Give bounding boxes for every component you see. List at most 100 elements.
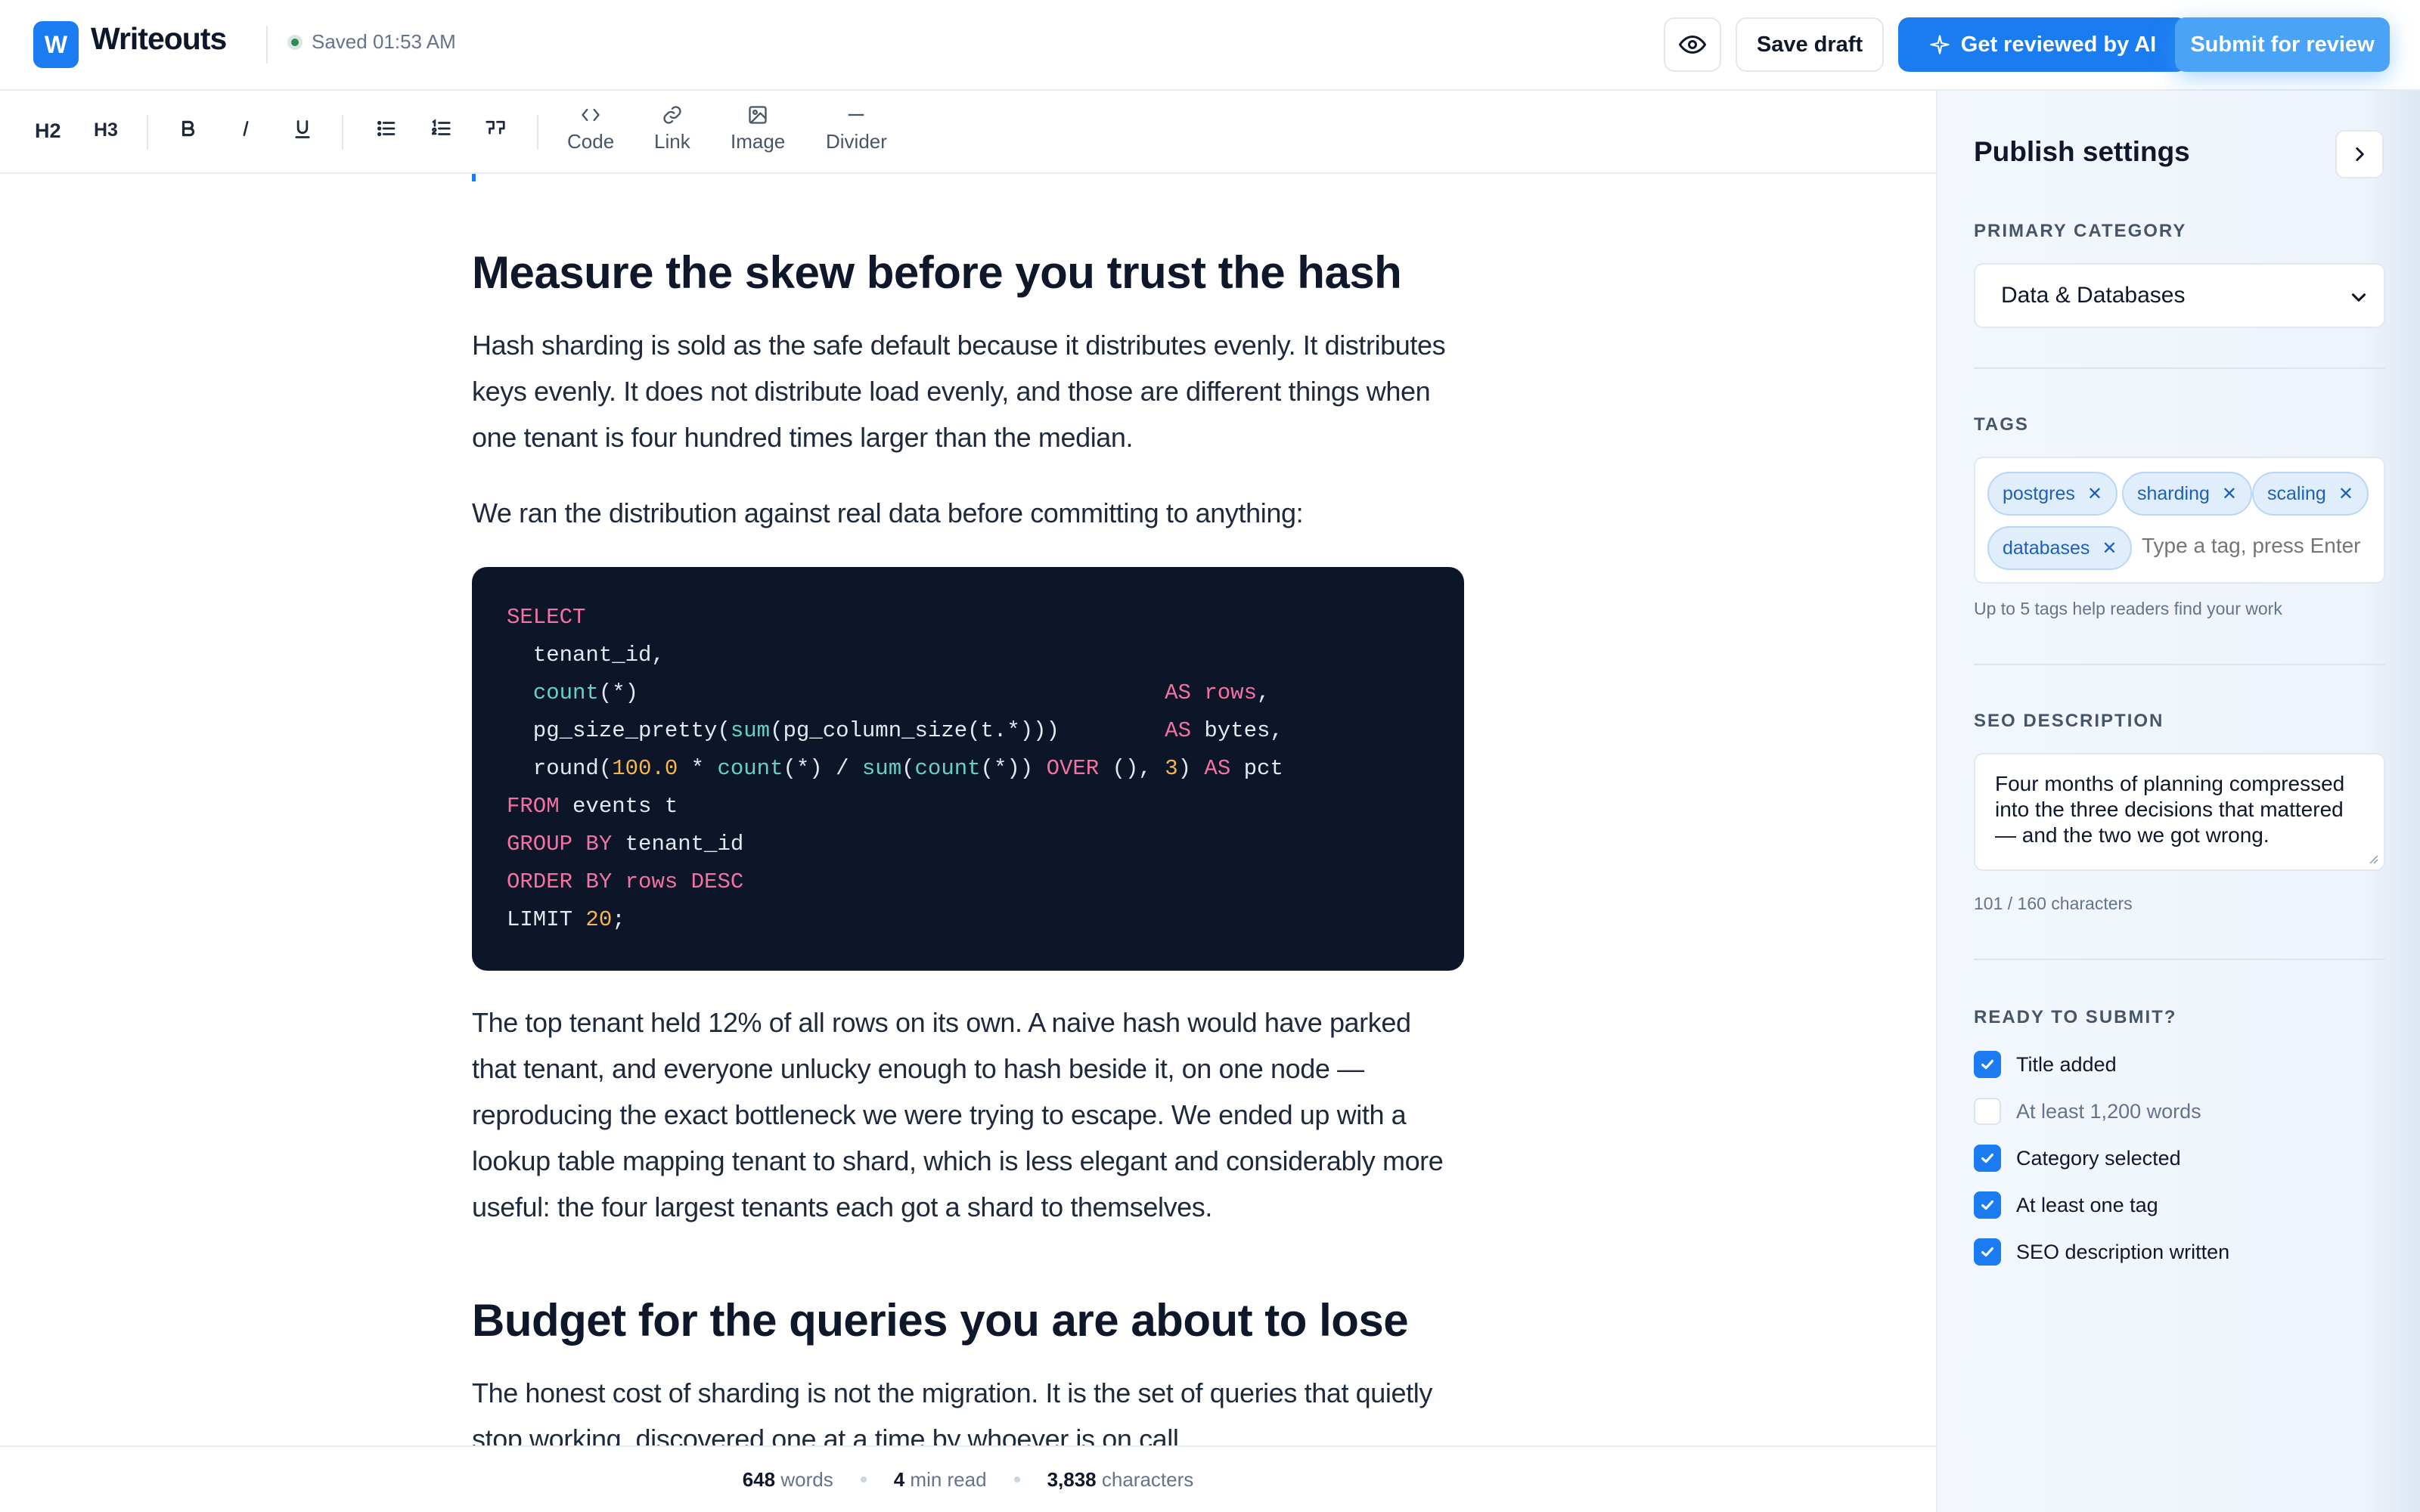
chevron-right-icon	[2356, 147, 2364, 161]
italic-icon	[243, 121, 249, 136]
close-icon[interactable]: ✕	[2222, 483, 2237, 505]
read-time: 4 min read	[893, 1467, 987, 1491]
text-caret	[472, 174, 476, 181]
tag-label: sharding	[2137, 482, 2210, 504]
format-toolbar: H2 H3 Code Link Image Divider	[0, 91, 1936, 174]
image-label: Image	[731, 130, 786, 153]
code-block-button[interactable]: Code	[567, 104, 614, 153]
close-icon[interactable]: ✕	[2338, 483, 2353, 505]
status-separator	[1013, 1476, 1020, 1483]
bullet-list-button[interactable]	[375, 117, 398, 144]
checklist-item: Title added	[1974, 1051, 2117, 1078]
word-count: 648 words	[742, 1467, 833, 1491]
paragraph[interactable]: The top tenant held 12% of all rows on i…	[472, 999, 1455, 1230]
code-line: tenant_id,	[507, 643, 665, 668]
checklist-item: At least one tag	[1974, 1191, 2158, 1219]
image-button[interactable]: Image	[731, 104, 785, 153]
paragraph[interactable]: Hash sharding is sold as the safe defaul…	[472, 322, 1455, 460]
save-status-text: Saved 01:53 AM	[312, 30, 456, 53]
ai-review-button[interactable]: Get reviewed by AI	[1898, 17, 2187, 72]
checklist-item: Category selected	[1974, 1145, 2181, 1172]
toolbar-divider	[537, 115, 538, 150]
section-heading[interactable]: Measure the skew before you trust the ha…	[472, 246, 1402, 299]
editor-canvas[interactable]: Measure the skew before you trust the ha…	[0, 174, 1936, 1445]
preview-button[interactable]	[1664, 17, 1721, 72]
heading-2-button[interactable]: H2	[35, 119, 61, 143]
status-bar: 648 words 4 min read 3,838 characters	[0, 1445, 1936, 1512]
checkbox-checked	[1974, 1238, 2001, 1266]
seo-description-field[interactable]: Four months of planning compressed into …	[1974, 753, 2385, 871]
panel-title: Publish settings	[1974, 136, 2190, 167]
italic-button[interactable]	[236, 117, 256, 144]
check-icon	[1981, 1200, 1993, 1210]
section-heading[interactable]: Budget for the queries you are about to …	[472, 1294, 1409, 1346]
quote-button[interactable]	[484, 117, 507, 144]
close-icon[interactable]: ✕	[2102, 538, 2117, 559]
app-name: Writeouts	[91, 21, 227, 56]
header-divider	[266, 26, 268, 64]
category-selected-value: Data & Databases	[2001, 283, 2186, 308]
checklist-item: At least 1,200 words	[1974, 1098, 2201, 1125]
section-divider	[1974, 959, 2385, 960]
section-divider	[1974, 367, 2385, 369]
seo-character-count: 101 / 160 characters	[1974, 894, 2133, 913]
code-line: round(100.0 * count(*) / sum(count(*)) O…	[507, 756, 1283, 781]
submit-for-review-button[interactable]: Submit for review	[2175, 17, 2390, 72]
checkbox-checked	[1974, 1145, 2001, 1172]
checklist-item: SEO description written	[1974, 1238, 2229, 1266]
tag-input[interactable]	[2142, 534, 2376, 558]
check-icon	[1981, 1153, 1993, 1163]
seo-label: SEO DESCRIPTION	[1974, 711, 2164, 731]
paragraph[interactable]: The honest cost of sharding is not the m…	[472, 1370, 1455, 1445]
section-divider	[1974, 664, 2385, 665]
link-button[interactable]: Link	[654, 104, 690, 153]
checkbox-checked	[1974, 1051, 2001, 1078]
status-separator	[860, 1476, 867, 1483]
code-block[interactable]: SELECT tenant_id, count(*) AS rows, pg_s…	[472, 567, 1464, 971]
category-select[interactable]: Data & Databases	[1974, 263, 2385, 328]
code-line: pg_size_pretty(sum(pg_column_size(t.*)))…	[507, 718, 1283, 743]
heading-3-button[interactable]: H3	[94, 119, 118, 141]
tag-label: databases	[2003, 537, 2090, 559]
tag-chip[interactable]: postgres ✕	[1987, 472, 2118, 516]
ready-label: READY TO SUBMIT?	[1974, 1007, 2177, 1027]
code-icon	[582, 108, 600, 122]
tag-chip[interactable]: sharding ✕	[2122, 472, 2253, 516]
bold-button[interactable]	[178, 117, 198, 144]
checklist-label: SEO description written	[2016, 1240, 2230, 1263]
toolbar-divider	[147, 115, 148, 150]
toolbar-divider	[342, 115, 343, 150]
checklist-label: Category selected	[2016, 1146, 2181, 1170]
check-icon	[1981, 1247, 1993, 1257]
underline-icon	[295, 120, 310, 138]
code-label: Code	[567, 130, 615, 153]
publish-settings-panel: Publish settings PRIMARY CATEGORY Data &…	[1936, 91, 2420, 1512]
app-logo[interactable]: W	[33, 21, 79, 68]
code-line: SELECT	[507, 605, 586, 630]
link-label: Link	[654, 130, 690, 153]
close-icon[interactable]: ✕	[2087, 483, 2102, 505]
collapse-panel-button[interactable]	[2335, 130, 2384, 178]
ai-review-label: Get reviewed by AI	[1960, 32, 2157, 57]
check-icon	[1981, 1059, 1993, 1070]
tags-input-box[interactable]: postgres ✕ sharding ✕ scaling ✕ databases ✕	[1974, 457, 2385, 584]
code-line: GROUP BY tenant_id	[507, 832, 744, 857]
code-line: FROM events t	[507, 794, 678, 819]
save-draft-button[interactable]: Save draft	[1736, 17, 1884, 72]
paragraph[interactable]: We ran the distribution against real dat…	[472, 490, 1455, 536]
checklist-label: At least one tag	[2016, 1193, 2158, 1216]
tag-chip[interactable]: scaling ✕	[2252, 472, 2369, 516]
seo-description-text: Four months of planning compressed into …	[1995, 772, 2345, 847]
code-line: count(*) AS rows,	[532, 680, 1270, 705]
resize-handle-icon[interactable]	[2366, 851, 2379, 865]
checkbox-checked	[1974, 1191, 2001, 1219]
image-icon	[749, 106, 767, 124]
bullet-list-icon	[377, 120, 396, 137]
checkbox-unchecked	[1974, 1098, 2001, 1125]
numbered-list-button[interactable]	[430, 117, 452, 144]
eye-icon	[1679, 36, 1706, 54]
divider-button[interactable]: Divider	[826, 104, 887, 153]
underline-button[interactable]	[292, 117, 313, 145]
tag-chip[interactable]: databases ✕	[1987, 526, 2133, 570]
top-bar: W Writeouts Saved 01:53 AM Save draft Ge…	[0, 0, 2420, 91]
